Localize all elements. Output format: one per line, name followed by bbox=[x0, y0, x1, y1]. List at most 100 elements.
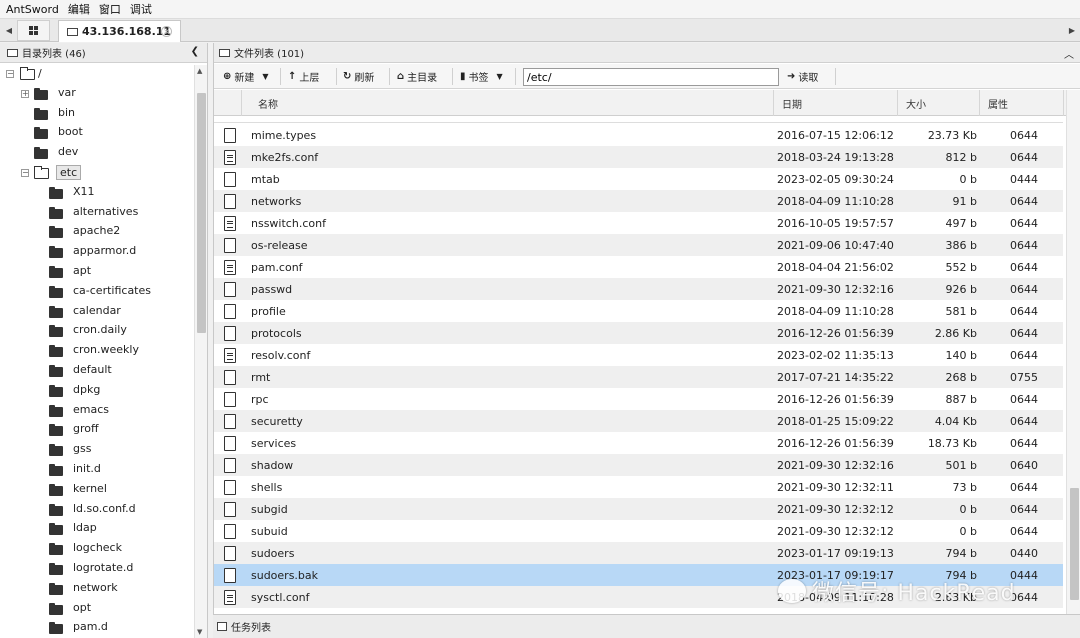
table-row[interactable]: securetty 2018-01-25 15:09:22 4.04 Kb 0644 bbox=[214, 410, 1063, 432]
folder-icon bbox=[49, 583, 63, 595]
up-level-button[interactable]: ↑ 上层 bbox=[288, 69, 319, 84]
file-table-header: 名称 日期 大小 属性 bbox=[214, 90, 1066, 116]
table-row[interactable]: profile 2018-04-09 11:10:28 581 b 0644 bbox=[214, 300, 1063, 322]
scroll-up-icon[interactable]: ▲ bbox=[197, 67, 202, 75]
tree-item-label: bin bbox=[58, 106, 76, 119]
column-permission[interactable]: 属性 bbox=[980, 90, 1064, 116]
file-panel-title: 文件列表 (101) bbox=[234, 49, 305, 60]
menu-window[interactable]: 窗口 bbox=[99, 1, 121, 17]
watermark-text: 微信号: HackRead bbox=[812, 581, 1016, 606]
scroll-down-icon[interactable]: ▼ bbox=[197, 628, 202, 636]
file-date: 2023-01-17 09:19:13 bbox=[777, 546, 894, 560]
bookmark-button[interactable]: ▮ 书签 ▼ bbox=[460, 69, 503, 84]
table-row[interactable]: subgid 2021-09-30 12:32:12 0 b 0644 bbox=[214, 498, 1063, 520]
tree-item-label: init.d bbox=[73, 462, 101, 475]
wechat-logo-icon bbox=[778, 579, 806, 603]
file-date: 2021-09-30 12:32:16 bbox=[777, 458, 894, 472]
column-name[interactable]: 名称 bbox=[242, 90, 774, 116]
collapse-up-icon[interactable]: ︿ bbox=[1064, 46, 1074, 61]
menu-debug[interactable]: 调试 bbox=[130, 1, 152, 17]
file-name: os-release bbox=[251, 238, 308, 252]
file-permission: 0644 bbox=[1010, 238, 1038, 252]
grid-icon bbox=[29, 26, 38, 35]
file-date: 2016-10-05 19:57:57 bbox=[777, 216, 894, 230]
file-icon bbox=[224, 436, 236, 451]
column-size[interactable]: 大小 bbox=[898, 90, 980, 116]
table-row[interactable]: resolv.conf 2023-02-02 11:35:13 140 b 0644 bbox=[214, 344, 1063, 366]
folder-open-icon bbox=[34, 166, 49, 179]
scrollbar-thumb[interactable] bbox=[1070, 488, 1079, 600]
toolbar-divider bbox=[389, 68, 390, 85]
table-row[interactable]: pam.conf 2018-04-04 21:56:02 552 b 0644 bbox=[214, 256, 1063, 278]
table-row[interactable]: mke2fs.conf 2018-03-24 19:13:28 812 b 0644 bbox=[214, 146, 1063, 168]
tree-item-label: logrotate.d bbox=[73, 561, 134, 574]
file-name: protocols bbox=[251, 326, 302, 340]
refresh-button[interactable]: ↻ 刷新 bbox=[343, 69, 374, 84]
file-panel: 文件列表 (101) ︿ ⊕ 新建 ▼ ↑ 上层 ↻ 刷新 ⌂ 主目录 ▮ 书签… bbox=[213, 43, 1080, 614]
table-row[interactable]: services 2016-12-26 01:56:39 18.73 Kb 0644 bbox=[214, 432, 1063, 454]
tree-item-label: calendar bbox=[73, 304, 121, 317]
table-row[interactable]: rmt 2017-07-21 14:35:22 268 b 0755 bbox=[214, 366, 1063, 388]
file-date: 2018-04-09 11:10:28 bbox=[777, 194, 894, 208]
folder-icon bbox=[49, 543, 63, 555]
file-size: 552 b bbox=[945, 260, 977, 274]
tab-scroll-right-icon[interactable]: ▶ bbox=[1066, 21, 1078, 40]
table-row[interactable]: networks 2018-04-09 11:10:28 91 b 0644 bbox=[214, 190, 1063, 212]
file-icon bbox=[224, 458, 236, 473]
table-row[interactable]: os-release 2021-09-06 10:47:40 386 b 0644 bbox=[214, 234, 1063, 256]
table-row[interactable]: subuid 2021-09-30 12:32:12 0 b 0644 bbox=[214, 520, 1063, 542]
menu-edit[interactable]: 编辑 bbox=[68, 1, 90, 17]
close-icon[interactable]: × bbox=[161, 26, 172, 37]
collapse-left-icon[interactable]: ❮ bbox=[191, 46, 199, 57]
table-row[interactable]: shadow 2021-09-30 12:32:16 501 b 0640 bbox=[214, 454, 1063, 476]
toolbar-divider bbox=[515, 68, 516, 85]
folder-icon bbox=[49, 226, 63, 238]
folder-icon bbox=[49, 484, 63, 496]
file-permission: 0644 bbox=[1010, 348, 1038, 362]
file-permission: 0644 bbox=[1010, 260, 1038, 274]
tab-scroll-left-icon[interactable]: ◀ bbox=[3, 21, 15, 40]
file-permission: 0444 bbox=[1010, 172, 1038, 186]
plus-circle-icon: ⊕ bbox=[223, 71, 232, 82]
table-row[interactable]: mtab 2023-02-05 09:30:24 0 b 0444 bbox=[214, 168, 1063, 190]
tree-scrollbar[interactable]: ▲ ▼ bbox=[194, 65, 207, 638]
new-button[interactable]: ⊕ 新建 ▼ bbox=[223, 69, 269, 84]
read-path-button[interactable]: ➜ 读取 bbox=[787, 69, 818, 84]
menu-bar: AntSword 编辑 窗口 调试 bbox=[0, 0, 1080, 19]
file-date: 2023-02-05 09:30:24 bbox=[777, 172, 894, 186]
file-icon bbox=[224, 546, 236, 561]
file-list-scrollbar[interactable] bbox=[1066, 90, 1080, 614]
task-list-bar[interactable]: 任务列表 bbox=[213, 614, 1080, 638]
file-name: rpc bbox=[251, 392, 269, 406]
home-dir-button[interactable]: ⌂ 主目录 bbox=[397, 69, 437, 84]
column-date[interactable]: 日期 bbox=[774, 90, 898, 116]
file-text-icon bbox=[224, 260, 236, 275]
table-row[interactable]: rpc 2016-12-26 01:56:39 887 b 0644 bbox=[214, 388, 1063, 410]
collapse-icon[interactable]: − bbox=[21, 169, 29, 177]
table-row[interactable]: mime.types 2016-07-15 12:06:12 23.73 Kb 064… bbox=[214, 124, 1063, 146]
file-size: 268 b bbox=[945, 370, 977, 384]
file-icon bbox=[224, 194, 236, 209]
menu-antsword[interactable]: AntSword bbox=[6, 3, 59, 16]
table-row[interactable]: shells 2021-09-30 12:32:11 73 b 0644 bbox=[214, 476, 1063, 498]
table-row[interactable]: nsswitch.conf 2016-10-05 19:57:57 497 b 064… bbox=[214, 212, 1063, 234]
folder-open-icon bbox=[20, 67, 35, 80]
table-row[interactable]: sudoers 2023-01-17 09:19:13 794 b 0440 bbox=[214, 542, 1063, 564]
tree-item-label: kernel bbox=[73, 482, 107, 495]
folder-icon bbox=[34, 108, 48, 120]
collapse-icon[interactable]: − bbox=[6, 70, 14, 78]
table-row[interactable]: passwd 2021-09-30 12:32:16 926 b 0644 bbox=[214, 278, 1063, 300]
toolbar-divider bbox=[280, 68, 281, 85]
tab-host[interactable]: 43.136.168.11 × bbox=[58, 20, 181, 42]
table-row[interactable]: protocols 2016-12-26 01:56:39 2.86 Kb 0644 bbox=[214, 322, 1063, 344]
expand-icon[interactable]: + bbox=[21, 90, 29, 98]
tree-item-label: var bbox=[58, 86, 76, 99]
file-size: 501 b bbox=[945, 458, 977, 472]
tree-item-label: cron.weekly bbox=[73, 343, 139, 356]
tree-item-label: X11 bbox=[73, 185, 95, 198]
home-grid-button[interactable] bbox=[17, 20, 50, 41]
file-icon bbox=[224, 568, 236, 583]
path-input[interactable] bbox=[523, 68, 779, 86]
scrollbar-thumb[interactable] bbox=[197, 93, 206, 333]
file-icon bbox=[224, 414, 236, 429]
